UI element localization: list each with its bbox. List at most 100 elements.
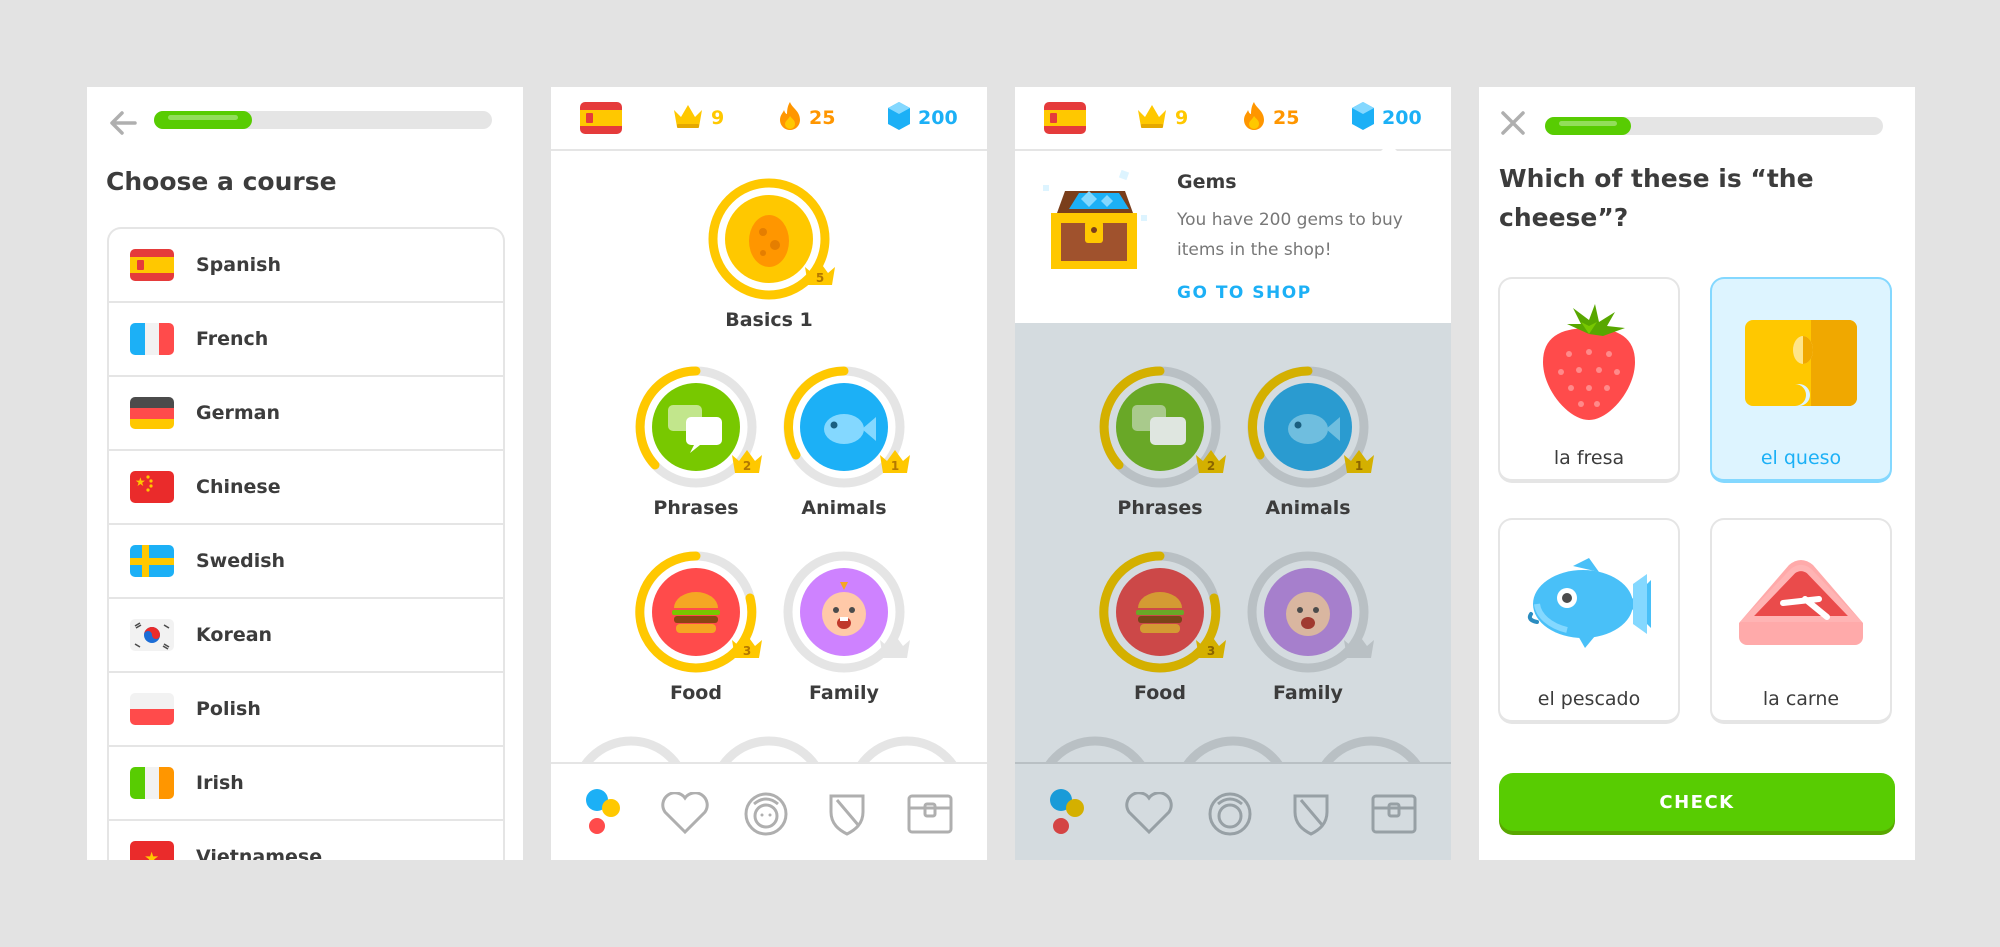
gems-popup: Gems You have 200 gems to buy items in t… <box>1015 143 1451 323</box>
crown-level-badge: 3 <box>730 634 764 664</box>
skill-animals: 1 Animals <box>1243 365 1374 519</box>
course-label: Korean <box>196 624 273 646</box>
go-to-shop-link[interactable]: GO TO SHOP <box>1177 283 1312 303</box>
course-label: Swedish <box>196 550 286 572</box>
skill-icon-ring: 5 <box>707 177 835 301</box>
svg-text:5: 5 <box>816 271 824 285</box>
skill-tree-screen: 9 25 200 5 Basics 1 2 Phrases 1 Animals … <box>551 87 987 860</box>
course-item-german[interactable]: German <box>109 377 503 451</box>
progress-bar <box>154 111 492 129</box>
poland-flag-icon <box>130 693 174 725</box>
gems-popup-screen: 9 25 200 Gems You have 200 gems to buy i… <box>1015 87 1451 860</box>
sweden-flag-icon <box>130 545 174 577</box>
skill-icon-ring: 2 <box>1098 365 1226 489</box>
strawberry-icon <box>1500 297 1678 427</box>
course-item-spanish[interactable]: Spanish <box>109 229 503 303</box>
svg-text:3: 3 <box>1207 644 1215 658</box>
crown-level-badge <box>878 634 912 664</box>
next-skill-row-rings <box>579 736 959 765</box>
ireland-flag-icon <box>130 767 174 799</box>
heart-icon[interactable] <box>659 791 711 840</box>
course-label: Chinese <box>196 476 281 498</box>
spain-flag-icon[interactable] <box>580 102 622 134</box>
learn-icon <box>1047 786 1091 842</box>
meat-icon <box>1712 538 1890 668</box>
treasure-chest-icon <box>1041 169 1151 283</box>
course-item-korean[interactable]: Korean <box>109 599 503 673</box>
skill-phrases: 2 Phrases <box>1095 365 1226 519</box>
option-card-el-queso[interactable]: el queso <box>1710 277 1892 483</box>
course-item-vietnamese[interactable]: ★ Vietnamese <box>109 821 503 860</box>
course-list: Spanish French German ★ Chinese Swedish <box>107 227 505 860</box>
progress-bar <box>1545 117 1883 135</box>
crown-icon <box>1135 102 1175 135</box>
heart-icon <box>1123 791 1175 840</box>
skill-icon-ring: 3 <box>634 550 762 674</box>
shield-icon[interactable] <box>825 790 869 842</box>
streak-stat[interactable]: 25 <box>1241 101 1299 135</box>
flame-icon <box>1241 100 1273 137</box>
skill-family: Family <box>1243 550 1374 704</box>
close-icon[interactable] <box>1497 107 1529 143</box>
skill-family[interactable]: Family <box>779 550 912 704</box>
svg-text:2: 2 <box>743 459 751 473</box>
svg-text:3: 3 <box>743 644 751 658</box>
course-item-polish[interactable]: Polish <box>109 673 503 747</box>
skill-label: Basics 1 <box>725 309 813 331</box>
course-item-french[interactable]: French <box>109 303 503 377</box>
option-card-la-fresa[interactable]: la fresa <box>1498 277 1680 483</box>
svg-text:1: 1 <box>1355 459 1363 473</box>
cheese-icon <box>1712 297 1890 427</box>
skill-icon-ring <box>1246 550 1374 674</box>
gems-stat[interactable]: 200 <box>1350 101 1422 135</box>
course-item-irish[interactable]: Irish <box>109 747 503 821</box>
crown-icon <box>671 102 711 135</box>
skill-phrases[interactable]: 2 Phrases <box>631 365 762 519</box>
chest-icon[interactable] <box>905 792 955 840</box>
gems-count: 200 <box>1382 107 1422 129</box>
option-label: la carne <box>1762 688 1840 710</box>
option-card-la-carne[interactable]: la carne <box>1710 518 1892 724</box>
option-label: el pescado <box>1537 688 1641 710</box>
svg-text:2: 2 <box>1207 459 1215 473</box>
streak-stat[interactable]: 25 <box>777 101 835 135</box>
crowns-stat[interactable]: 9 <box>671 101 724 135</box>
course-label: German <box>196 402 280 424</box>
course-label: Irish <box>196 772 244 794</box>
progress-fill <box>154 111 252 129</box>
skill-icon-ring: 1 <box>1246 365 1374 489</box>
course-picker-screen: Choose a course Spanish French German ★ … <box>87 87 523 860</box>
profile-icon <box>1205 790 1255 842</box>
crown-level-badge: 5 <box>803 261 837 291</box>
question-prompt: Which of these is “the cheese”? <box>1499 164 1814 232</box>
learn-icon[interactable] <box>583 786 627 842</box>
question-screen: Which of these is “the cheese”? la fresa <box>1479 87 1915 860</box>
course-item-swedish[interactable]: Swedish <box>109 525 503 599</box>
next-skill-row-rings <box>1043 736 1423 765</box>
option-card-el-pescado[interactable]: el pescado <box>1498 518 1680 724</box>
spain-flag-icon[interactable] <box>1044 102 1086 134</box>
skill-basics-1[interactable]: 5 Basics 1 <box>704 177 835 331</box>
crowns-stat[interactable]: 9 <box>1135 101 1188 135</box>
stats-bar: 9 25 200 <box>1015 87 1451 151</box>
gems-stat[interactable]: 200 <box>886 101 958 135</box>
gem-icon <box>1350 101 1382 136</box>
korea-flag-icon <box>130 619 174 651</box>
spain-flag-icon <box>130 249 174 281</box>
course-item-chinese[interactable]: ★ Chinese <box>109 451 503 525</box>
skill-animals[interactable]: 1 Animals <box>779 365 910 519</box>
crown-level-badge: 1 <box>1342 449 1376 479</box>
popup-pointer <box>1379 143 1399 153</box>
course-label: French <box>196 328 269 350</box>
back-arrow-icon[interactable] <box>105 105 141 141</box>
skill-label: Family <box>1273 682 1343 704</box>
profile-icon[interactable] <box>741 790 791 842</box>
check-button[interactable]: CHECK <box>1499 773 1895 831</box>
skill-label: Animals <box>1265 497 1351 519</box>
skill-icon-ring: 1 <box>782 365 910 489</box>
chest-icon <box>1369 792 1419 840</box>
popup-description: You have 200 gems to buy items in the sh… <box>1177 210 1403 260</box>
skill-food[interactable]: 3 Food <box>631 550 762 704</box>
course-label: Vietnamese <box>196 846 323 860</box>
svg-text:★: ★ <box>135 475 146 489</box>
